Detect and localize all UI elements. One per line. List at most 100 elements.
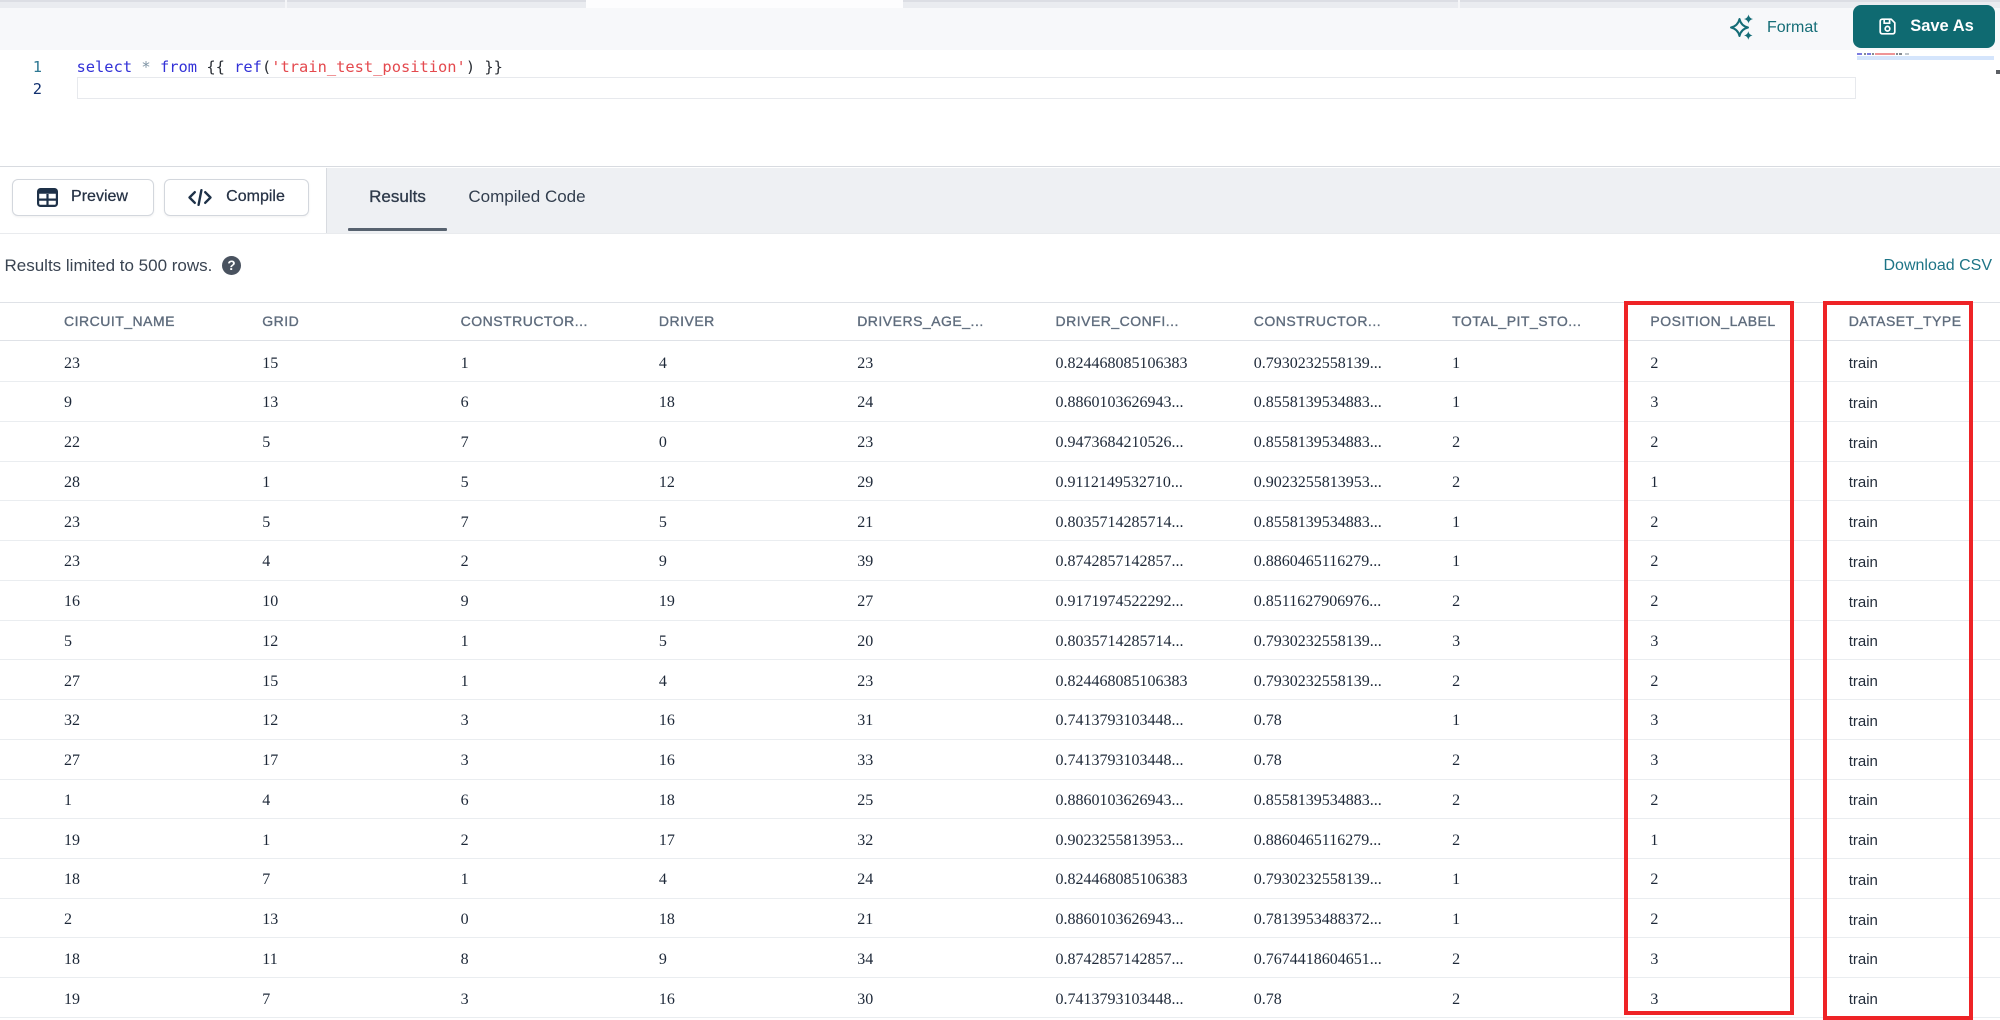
- table-cell: 7: [262, 871, 271, 889]
- column-header: DRIVERS_AGE_...: [857, 313, 984, 330]
- table-cell: 28: [64, 473, 80, 491]
- results-limit-note: Results limited to 500 rows.: [4, 255, 213, 275]
- table-cell: 29: [857, 473, 874, 491]
- table-cell: 12: [658, 473, 675, 491]
- column-header: TOTAL_PIT_STO...: [1452, 313, 1582, 330]
- table-cell: 7: [460, 513, 469, 531]
- table-cell: 2: [460, 831, 469, 849]
- table-cell: 0.8742857142857...: [1055, 553, 1184, 571]
- column-header: CIRCUIT_NAME: [64, 313, 176, 330]
- column-header: GRID: [262, 313, 300, 330]
- table-cell: 33: [857, 752, 874, 770]
- table-cell: 2: [1452, 791, 1461, 809]
- code-token: }}: [484, 57, 503, 76]
- table-cell: 2: [1452, 831, 1461, 849]
- table-cell: 1: [460, 871, 469, 889]
- code-token: {{: [206, 57, 225, 76]
- current-line-highlight: [76, 77, 1856, 100]
- format-button[interactable]: Format: [1729, 12, 1818, 44]
- table-cell: 0.824468085106383: [1055, 871, 1188, 889]
- table-cell: 0.8035714285714...: [1055, 513, 1184, 531]
- table-cell: 0: [658, 434, 667, 452]
- table-cell: 0.9023255813953...: [1055, 831, 1184, 849]
- table-cell: 27: [64, 672, 80, 690]
- table-cell: 12: [262, 632, 279, 650]
- table-cell: 17: [658, 831, 675, 849]
- table-cell: 1: [1452, 553, 1461, 571]
- compile-button[interactable]: Compile: [163, 179, 309, 216]
- file-tab-strip[interactable]: [0, 0, 2000, 8]
- minimap-code-mark: [1857, 53, 1862, 56]
- table-cell: 4: [262, 791, 271, 809]
- active-tab-top: [586, 0, 903, 8]
- line-number-1: 1: [32, 57, 42, 76]
- tab-compiled-code[interactable]: Compiled Code: [447, 168, 607, 227]
- action-panel: Preview Compile Results Compiled Code: [0, 167, 2000, 234]
- format-label: Format: [1767, 18, 1818, 36]
- table-cell: 1: [1452, 354, 1461, 372]
- results-toolbar: Results limited to 500 rows. ? Download …: [0, 233, 2000, 302]
- table-cell: 0.8558139534883...: [1253, 513, 1382, 531]
- table-cell: 0.7413793103448...: [1055, 752, 1184, 770]
- annotation-box-position-label: [1624, 301, 1794, 1015]
- table-cell: 0.78: [1253, 990, 1282, 1008]
- table-cell: 0.9473684210526...: [1055, 434, 1184, 452]
- table-cell: 25: [857, 791, 874, 809]
- code-token: 'train_test_position': [271, 57, 466, 76]
- table-cell: 16: [658, 712, 675, 730]
- table-cell: 3: [460, 752, 469, 770]
- table-cell: 6: [460, 394, 469, 412]
- table-cell: 0.8742857142857...: [1055, 950, 1184, 968]
- tab-divider: [1458, 0, 1460, 8]
- table-cell: 4: [658, 871, 667, 889]
- save-as-button[interactable]: Save As: [1853, 5, 1995, 48]
- table-cell: 16: [64, 593, 80, 611]
- help-icon[interactable]: ?: [222, 256, 241, 275]
- table-cell: 6: [460, 791, 469, 809]
- table-cell: 27: [64, 752, 80, 770]
- table-cell: 1: [64, 791, 72, 809]
- code-line-1[interactable]: select * from {{ ref('train_test_positio…: [77, 56, 503, 78]
- sql-editor[interactable]: 1 2 select * from {{ ref('train_test_pos…: [0, 50, 2000, 167]
- table-cell: 18: [64, 871, 80, 889]
- table-icon: [37, 187, 59, 207]
- table-cell: 1: [460, 354, 469, 372]
- table-cell: 2: [1452, 593, 1461, 611]
- tab-results[interactable]: Results: [348, 168, 447, 227]
- table-cell: 1: [1452, 871, 1461, 889]
- table-cell: 21: [857, 513, 874, 531]
- minimap-code-mark: [1905, 53, 1909, 56]
- table-cell: 2: [64, 911, 72, 929]
- tab-strip-hairline: [0, 0, 2000, 2]
- table-cell: 23: [64, 354, 80, 372]
- tab-compiled-code-label: Compiled Code: [468, 187, 586, 206]
- table-cell: 4: [262, 553, 271, 571]
- table-cell: 18: [658, 911, 675, 929]
- scrollbar-marker: [1995, 69, 2000, 75]
- table-cell: 2: [1452, 752, 1461, 770]
- table-cell: 7: [262, 990, 271, 1008]
- code-icon: [187, 188, 213, 207]
- column-header: CONSTRUCTOR...: [460, 313, 588, 330]
- column-header: CONSTRUCTOR...: [1253, 313, 1382, 330]
- table-cell: 1: [1452, 394, 1461, 412]
- table-cell: 0.7930232558139...: [1253, 871, 1382, 889]
- code-token: ): [465, 57, 476, 76]
- minimap-code-mark: [1863, 53, 1866, 56]
- download-csv-link[interactable]: Download CSV: [1884, 234, 1993, 298]
- editor-minimap[interactable]: [1857, 52, 1995, 64]
- table-cell: 1: [460, 632, 469, 650]
- table-cell: 5: [658, 513, 667, 531]
- table-cell: 2: [1452, 672, 1461, 690]
- table-cell: 1: [1452, 513, 1461, 531]
- table-cell: 0.8558139534883...: [1253, 434, 1382, 452]
- table-cell: 32: [64, 712, 80, 730]
- editor-toolbar: Format Save As: [0, 5, 2000, 50]
- table-cell: 15: [262, 672, 279, 690]
- table-cell: 12: [262, 712, 279, 730]
- code-token: *: [141, 57, 151, 76]
- preview-button[interactable]: Preview: [11, 179, 154, 216]
- tab-divider: [285, 0, 287, 8]
